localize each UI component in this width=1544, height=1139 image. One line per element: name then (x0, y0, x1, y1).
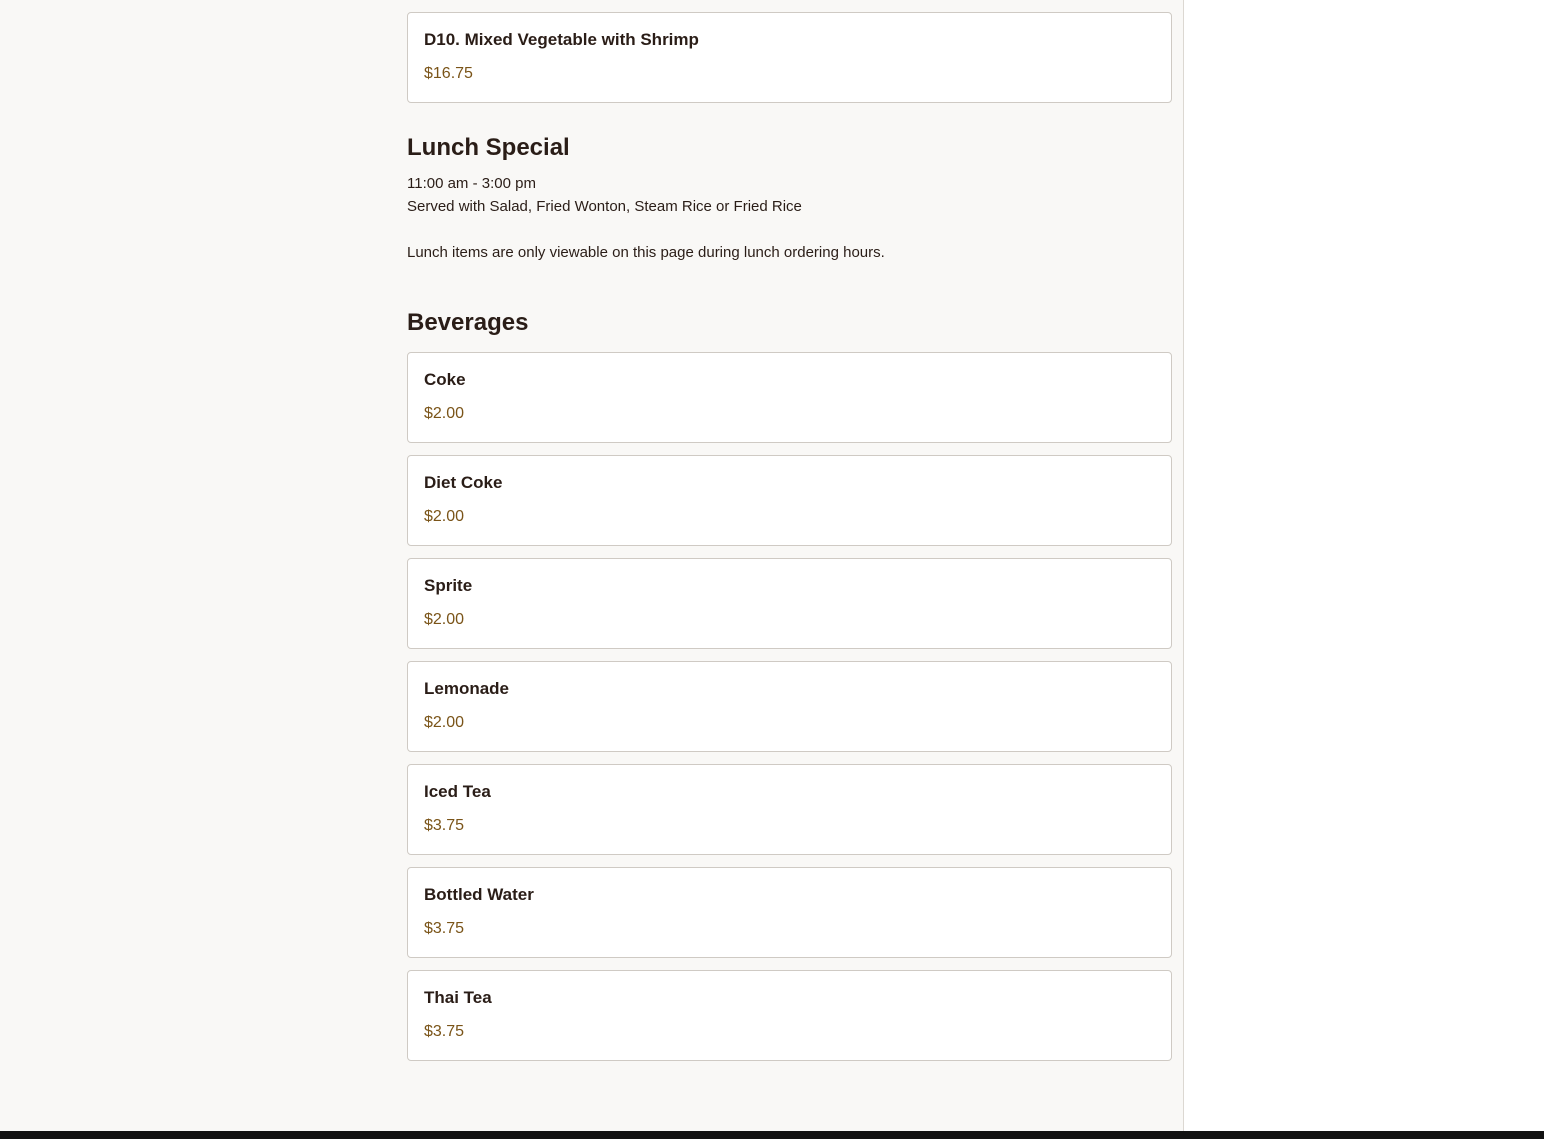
beverages-section: Beverages Coke $2.00 Diet Coke $2.00 Spr… (407, 308, 1172, 1061)
menu-item-card[interactable]: Sprite $2.00 (407, 558, 1172, 649)
section-title-lunch-special: Lunch Special (407, 134, 570, 161)
lunch-served-with: Served with Salad, Fried Wonton, Steam R… (407, 198, 802, 215)
menu-item-card[interactable]: Thai Tea $3.75 (407, 970, 1172, 1061)
menu-item-price: $3.75 (424, 920, 465, 937)
menu-item-name: D10. Mixed Vegetable with Shrimp (424, 30, 699, 49)
lunch-hours: 11:00 am - 3:00 pm (407, 175, 536, 192)
menu-item-price: $3.75 (424, 1023, 465, 1040)
footer-bar (0, 1131, 1544, 1139)
menu-item-card[interactable]: D10. Mixed Vegetable with Shrimp $16.75 (407, 12, 1172, 103)
menu-item-name: Lemonade (424, 679, 510, 698)
menu-item-name: Bottled Water (424, 885, 534, 904)
lunch-special-section: Lunch Special 11:00 am - 3:00 pm Served … (407, 133, 1172, 264)
menu-item-price: $16.75 (424, 65, 473, 82)
menu-item-card[interactable]: Bottled Water $3.75 (407, 867, 1172, 958)
menu-item-name: Diet Coke (424, 473, 503, 492)
menu-content: D10. Mixed Vegetable with Shrimp $16.75 … (407, 12, 1172, 1073)
menu-column: D10. Mixed Vegetable with Shrimp $16.75 … (0, 0, 1184, 1131)
menu-item-name: Sprite (424, 576, 473, 595)
menu-item-price: $2.00 (424, 714, 465, 731)
menu-item-name: Coke (424, 370, 466, 389)
menu-item-card[interactable]: Lemonade $2.00 (407, 661, 1172, 752)
menu-item-card[interactable]: Diet Coke $2.00 (407, 455, 1172, 546)
menu-item-card[interactable]: Coke $2.00 (407, 352, 1172, 443)
menu-item-card[interactable]: Iced Tea $3.75 (407, 764, 1172, 855)
menu-item-price: $2.00 (424, 611, 465, 628)
menu-item-name: Thai Tea (424, 988, 492, 1007)
menu-item-price: $2.00 (424, 405, 465, 422)
menu-item-price: $2.00 (424, 508, 465, 525)
menu-page: D10. Mixed Vegetable with Shrimp $16.75 … (0, 0, 1544, 1139)
section-title-beverages: Beverages (407, 309, 529, 336)
lunch-availability-notice: Lunch items are only viewable on this pa… (407, 244, 885, 261)
menu-item-price: $3.75 (424, 817, 465, 834)
menu-item-name: Iced Tea (424, 782, 491, 801)
order-sidebar (1184, 0, 1544, 1131)
